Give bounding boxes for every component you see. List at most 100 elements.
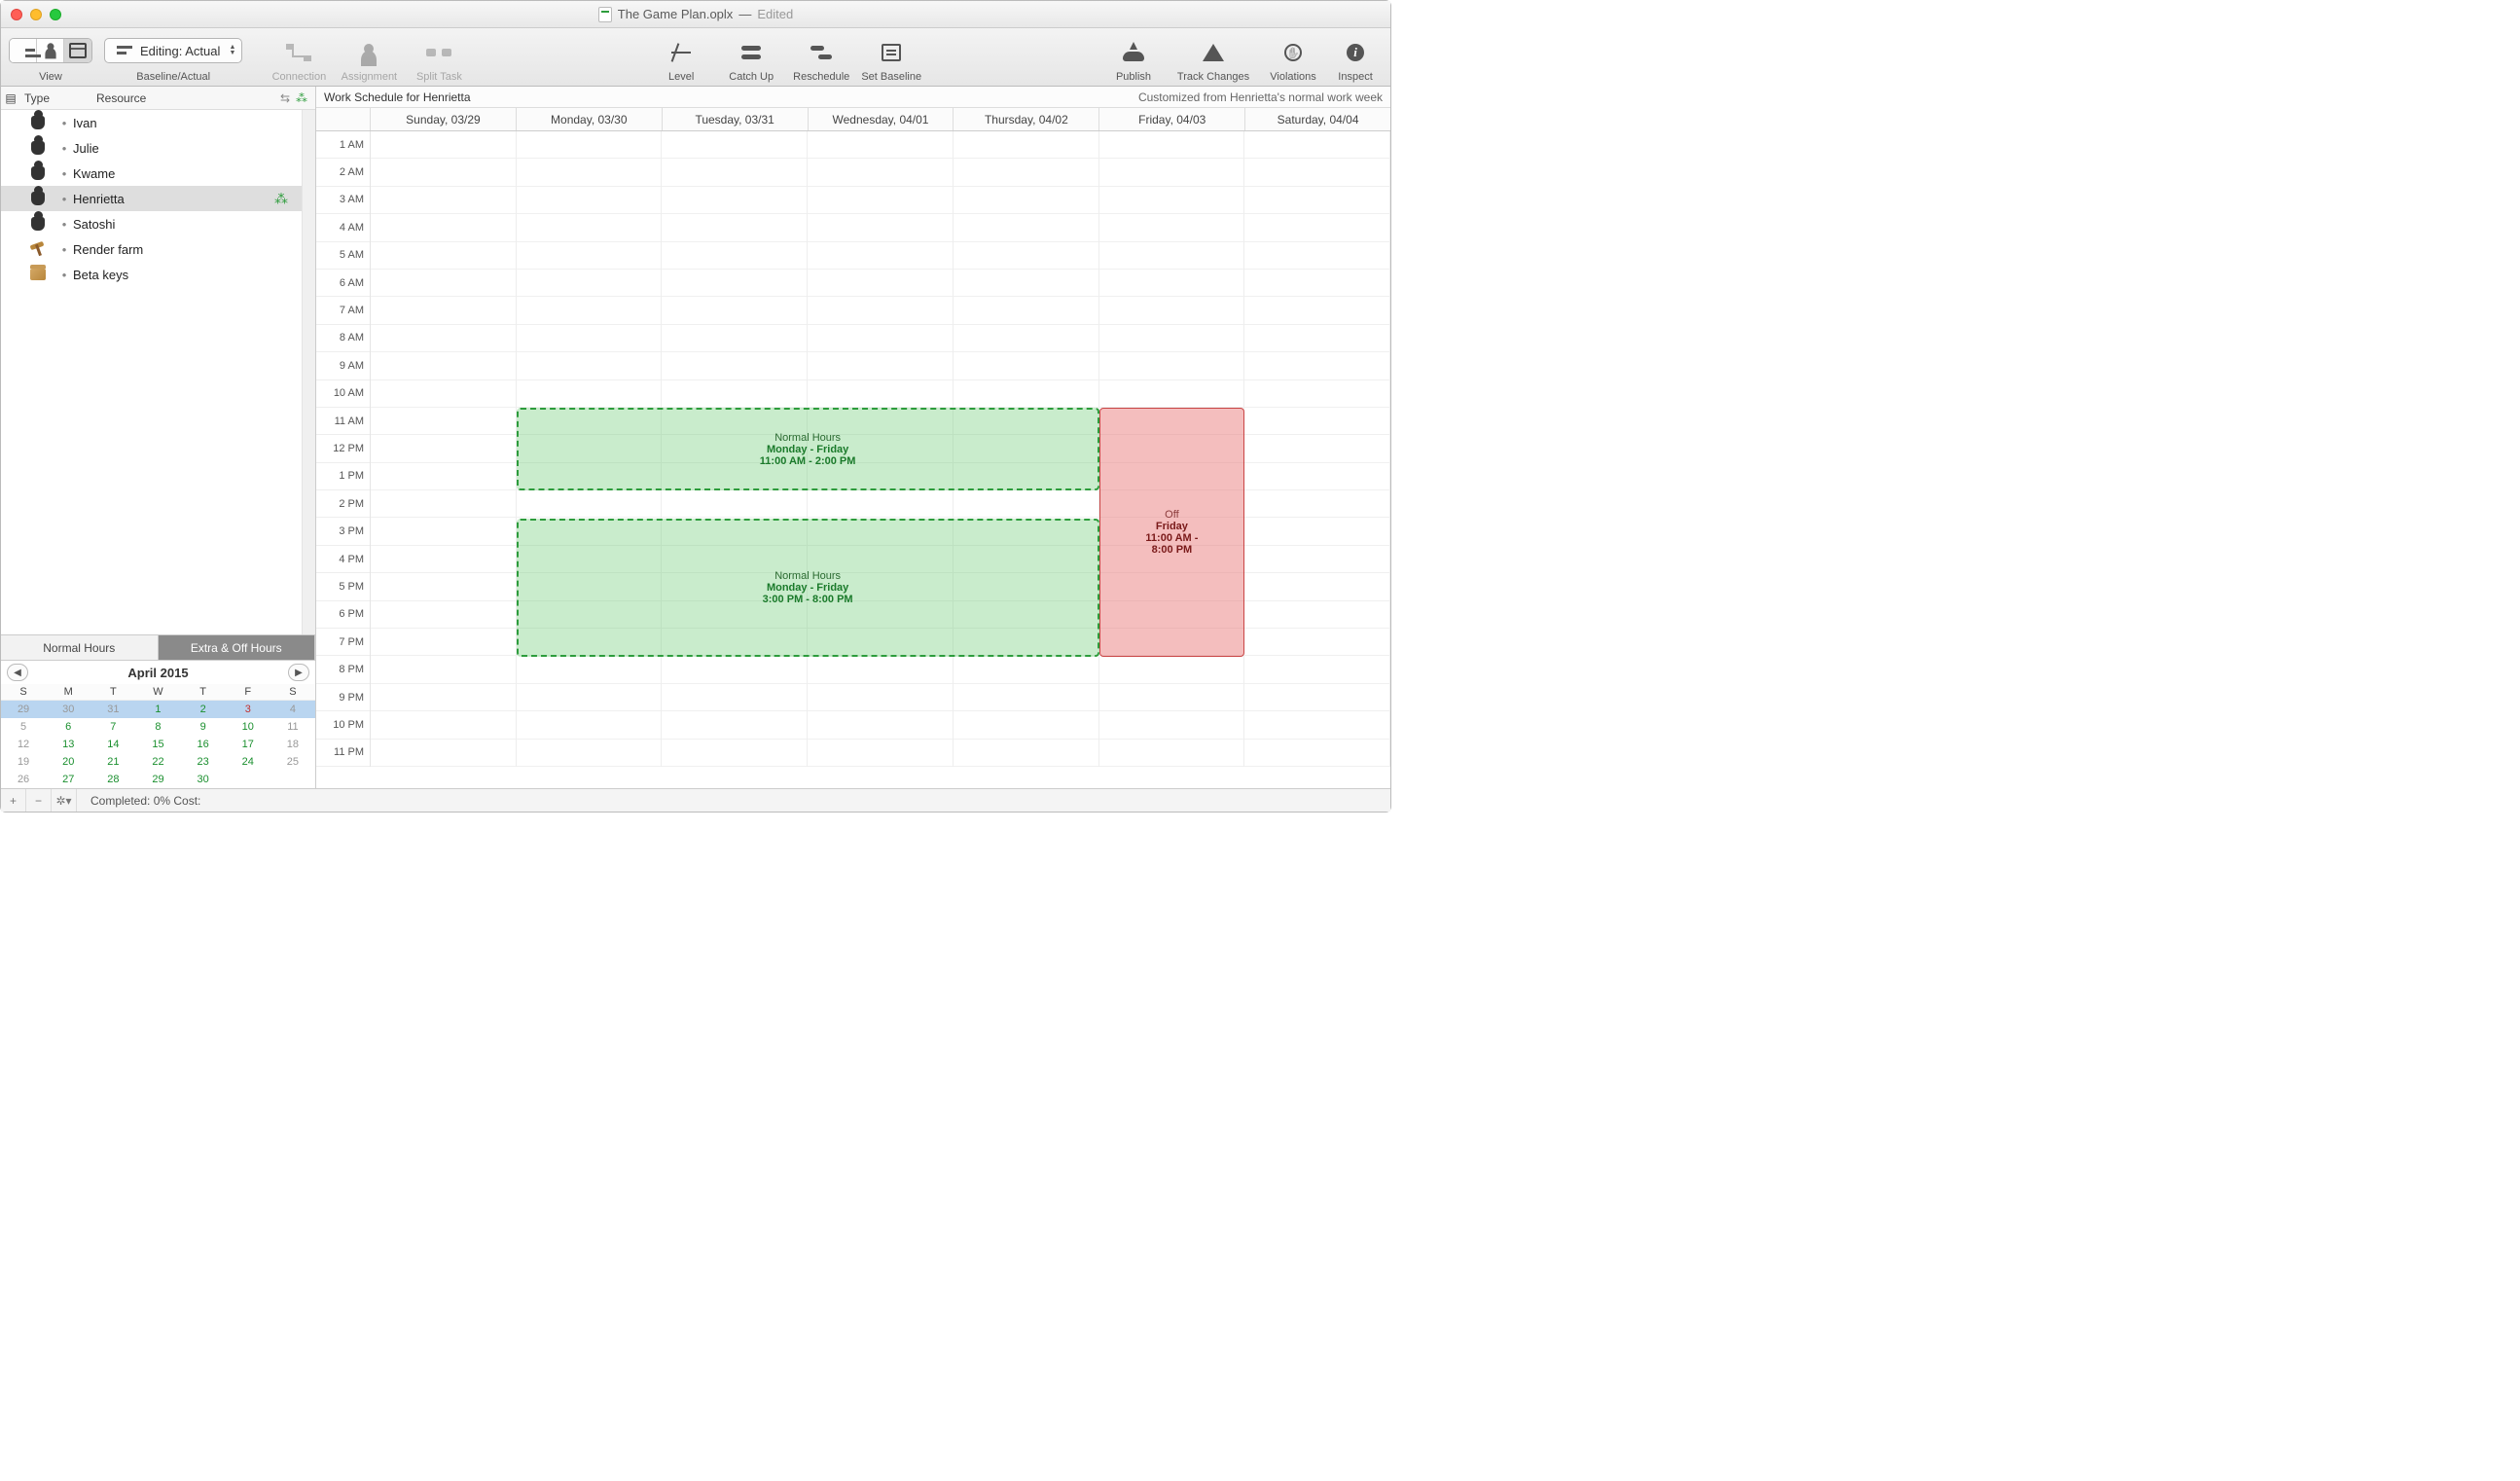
day-header-cell[interactable]: Friday, 04/03 xyxy=(1099,108,1245,130)
view-gantt-button[interactable] xyxy=(10,39,37,62)
day-header-cell[interactable]: Wednesday, 04/01 xyxy=(809,108,954,130)
calendar-day[interactable]: 20 xyxy=(46,753,90,771)
zoom-window-button[interactable] xyxy=(50,9,61,20)
calendar-day[interactable] xyxy=(226,771,270,788)
outline-toggle[interactable]: ▤ xyxy=(1,91,20,105)
tab-normal-hours[interactable]: Normal Hours xyxy=(1,635,159,660)
calendar-day[interactable]: 11 xyxy=(270,718,315,736)
view-calendar-button[interactable] xyxy=(64,39,91,62)
calendar-day[interactable]: 18 xyxy=(270,736,315,753)
calendar-week-row[interactable]: 19202122232425 xyxy=(1,753,315,771)
calendar-day[interactable]: 13 xyxy=(46,736,90,753)
violations-tool[interactable]: Violations xyxy=(1258,34,1328,86)
calendar-day[interactable]: 26 xyxy=(1,771,46,788)
off-hours-block[interactable]: Off Friday 11:00 AM - 8:00 PM xyxy=(1099,408,1245,657)
normal-hours-block-2[interactable]: Normal Hours Monday - Friday 3:00 PM - 8… xyxy=(517,519,1099,657)
action-menu-button[interactable]: ✲▾ xyxy=(52,789,77,812)
calendar-week-row[interactable]: 2627282930 xyxy=(1,771,315,788)
minimize-window-button[interactable] xyxy=(30,9,42,20)
normal-hours-block-1[interactable]: Normal Hours Monday - Friday 11:00 AM - … xyxy=(517,408,1099,490)
calendar-day[interactable] xyxy=(270,771,315,788)
calendar-day[interactable]: 29 xyxy=(1,701,46,719)
calendar-day[interactable]: 12 xyxy=(1,736,46,753)
hammer-icon xyxy=(30,241,46,257)
day-header-cell[interactable]: Tuesday, 03/31 xyxy=(663,108,809,130)
col-resource-header[interactable]: Resource xyxy=(96,91,280,105)
resource-row-beta-keys[interactable]: •Beta keys xyxy=(1,262,302,287)
editing-actual-label: Editing: Actual xyxy=(140,44,220,58)
hour-label: 7 AM xyxy=(316,297,370,324)
resource-row-kwame[interactable]: •Kwame xyxy=(1,161,302,186)
calendar-day[interactable]: 24 xyxy=(226,753,270,771)
day-header-cell[interactable]: Thursday, 04/02 xyxy=(954,108,1099,130)
resource-row-henrietta[interactable]: •Henrietta⁂ xyxy=(1,186,302,211)
baseline-actual-popup[interactable]: Editing: Actual ▲▼ xyxy=(104,38,242,63)
next-month-button[interactable]: ▶ xyxy=(288,664,309,681)
calendar-day[interactable]: 23 xyxy=(181,753,226,771)
mini-calendar[interactable]: SMTWTFS293031123456789101112131415161718… xyxy=(1,684,315,788)
resource-row-julie[interactable]: •Julie xyxy=(1,135,302,161)
calendar-day[interactable]: 29 xyxy=(135,771,180,788)
calendar-day[interactable]: 10 xyxy=(226,718,270,736)
calendar-day[interactable]: 2 xyxy=(181,701,226,719)
view-resource-button[interactable] xyxy=(37,39,64,62)
calendar-day[interactable]: 28 xyxy=(90,771,135,788)
day-header-cell[interactable]: Sunday, 03/29 xyxy=(371,108,517,130)
resource-name: Beta keys xyxy=(73,268,302,282)
person-icon xyxy=(31,217,45,231)
track-changes-tool[interactable]: Track Changes xyxy=(1169,34,1258,86)
catch-up-tool[interactable]: Catch Up xyxy=(716,34,786,86)
set-baseline-tool[interactable]: Set Baseline xyxy=(856,34,926,86)
remove-button[interactable]: − xyxy=(26,789,52,812)
time-column-header xyxy=(316,108,371,130)
calendar-day[interactable]: 16 xyxy=(181,736,226,753)
calendar-day[interactable]: 19 xyxy=(1,753,46,771)
calendar-week-row[interactable]: 567891011 xyxy=(1,718,315,736)
col-type-header[interactable]: Type xyxy=(20,91,96,105)
calendar-day[interactable]: 31 xyxy=(90,701,135,719)
resource-row-satoshi[interactable]: •Satoshi xyxy=(1,211,302,236)
sidebar-header: ▤ Type Resource ⇆ ⁂ xyxy=(1,87,315,110)
calendar-day[interactable]: 25 xyxy=(270,753,315,771)
calendar-day[interactable]: 3 xyxy=(226,701,270,719)
add-button[interactable]: + xyxy=(1,789,26,812)
calendar-week-row[interactable]: 12131415161718 xyxy=(1,736,315,753)
inspect-tool[interactable]: i Inspect xyxy=(1328,34,1383,86)
calendar-day[interactable]: 1 xyxy=(135,701,180,719)
calendar-week-row[interactable]: 2930311234 xyxy=(1,701,315,719)
calendar-day[interactable]: 21 xyxy=(90,753,135,771)
connection-tool: Connection xyxy=(264,34,334,86)
tab-extra-off-hours[interactable]: Extra & Off Hours xyxy=(159,635,316,660)
calendar-day[interactable]: 17 xyxy=(226,736,270,753)
level-tool[interactable]: Level xyxy=(646,34,716,86)
day-header-cell[interactable]: Monday, 03/30 xyxy=(517,108,663,130)
calendar-day[interactable]: 22 xyxy=(135,753,180,771)
calendar-day[interactable]: 9 xyxy=(181,718,226,736)
publish-tool[interactable]: Publish xyxy=(1098,34,1169,86)
group-icon[interactable]: ⁂ xyxy=(296,91,307,105)
hour-label: 8 AM xyxy=(316,325,370,352)
calendar-grid[interactable]: 1 AM2 AM3 AM4 AM5 AM6 AM7 AM8 AM9 AM10 A… xyxy=(316,131,1390,788)
edited-indicator: Edited xyxy=(757,7,793,21)
resource-row-render-farm[interactable]: •Render farm xyxy=(1,236,302,262)
calendar-day[interactable]: 5 xyxy=(1,718,46,736)
calendar-day[interactable]: 27 xyxy=(46,771,90,788)
day-header-cell[interactable]: Saturday, 04/04 xyxy=(1245,108,1390,130)
calendar-day[interactable]: 30 xyxy=(181,771,226,788)
view-segmented xyxy=(9,38,92,63)
calendar-day[interactable]: 15 xyxy=(135,736,180,753)
calendar-day[interactable]: 6 xyxy=(46,718,90,736)
calendar-day[interactable]: 4 xyxy=(270,701,315,719)
calendar-day[interactable]: 7 xyxy=(90,718,135,736)
calendar-day[interactable]: 8 xyxy=(135,718,180,736)
calendar-day[interactable]: 30 xyxy=(46,701,90,719)
day-column[interactable] xyxy=(1244,131,1390,767)
reschedule-tool[interactable]: Reschedule xyxy=(786,34,856,86)
sidebar-scrollbar[interactable] xyxy=(302,110,315,634)
resource-row-ivan[interactable]: •Ivan xyxy=(1,110,302,135)
close-window-button[interactable] xyxy=(11,9,22,20)
prev-month-button[interactable]: ◀ xyxy=(7,664,28,681)
calendar-day[interactable]: 14 xyxy=(90,736,135,753)
day-column[interactable] xyxy=(371,131,517,767)
collapse-icon[interactable]: ⇆ xyxy=(280,91,290,105)
